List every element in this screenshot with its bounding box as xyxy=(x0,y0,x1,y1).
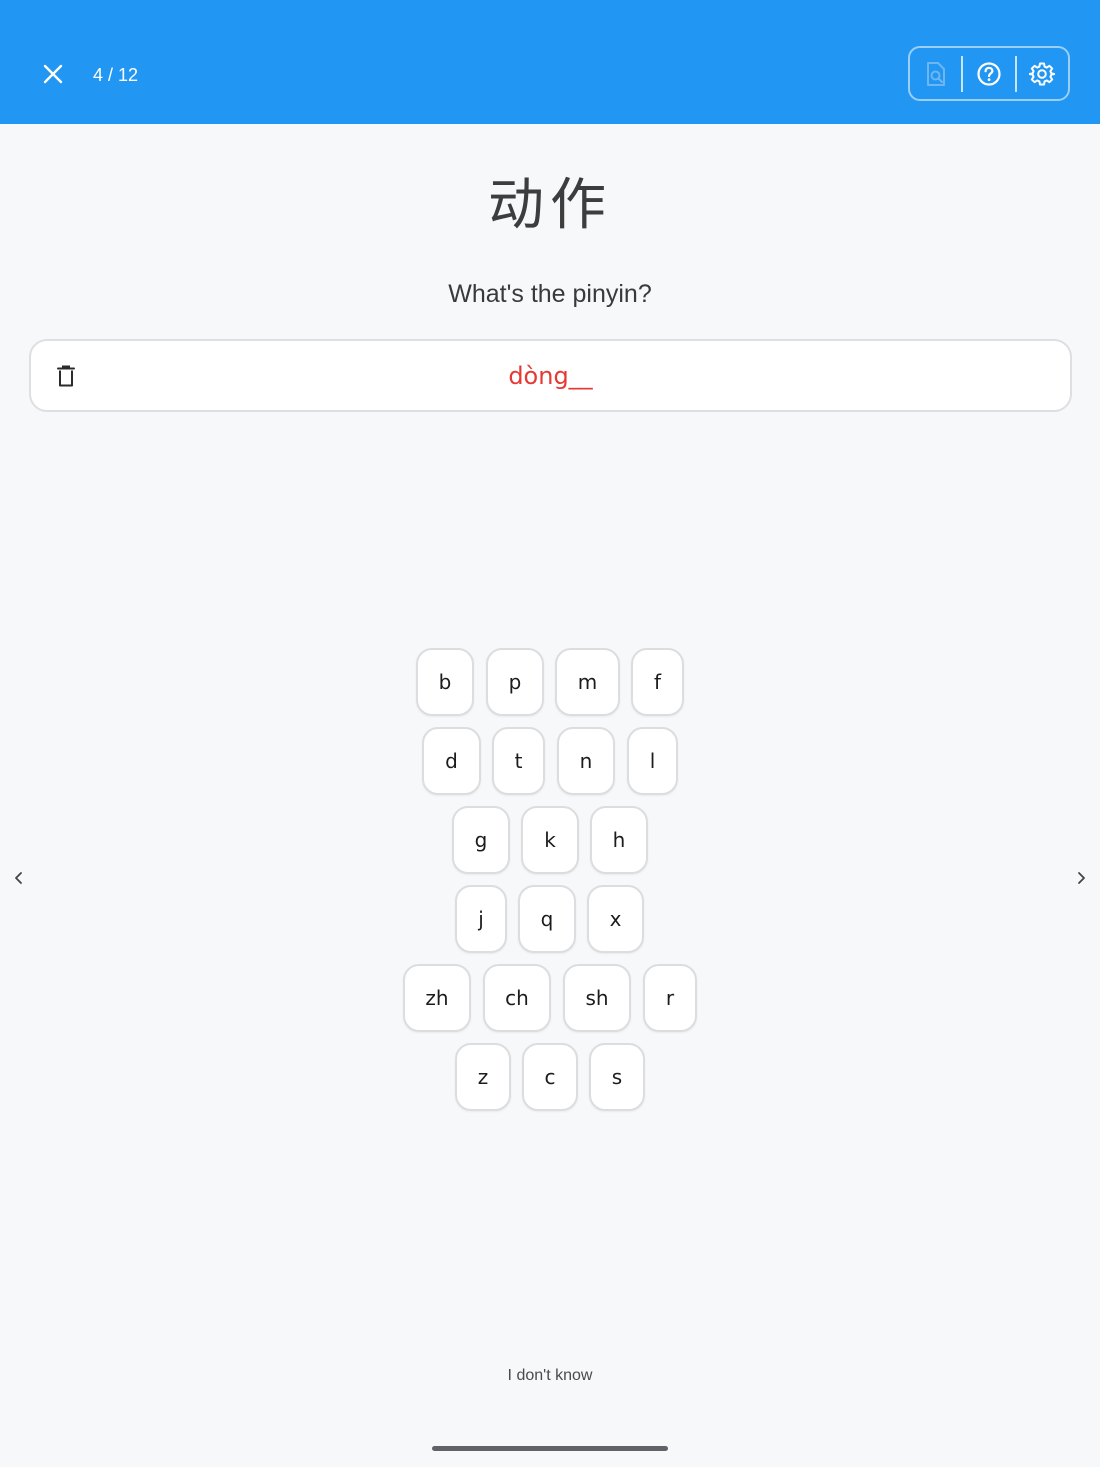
question-text: What's the pinyin? xyxy=(448,280,652,308)
key-t[interactable]: t xyxy=(492,727,545,795)
lookup-button[interactable] xyxy=(910,48,961,99)
key-l[interactable]: l xyxy=(627,727,678,795)
key-r[interactable]: r xyxy=(643,964,697,1032)
help-icon xyxy=(977,61,1001,86)
chevron-right-icon xyxy=(1078,872,1085,884)
previous-button[interactable] xyxy=(7,866,31,890)
answer-field[interactable]: dòng__ xyxy=(29,339,1072,412)
key-q[interactable]: q xyxy=(518,885,576,953)
target-word: 动作 xyxy=(488,173,612,238)
key-s[interactable]: s xyxy=(589,1043,645,1111)
key-b[interactable]: b xyxy=(416,648,474,716)
key-f[interactable]: f xyxy=(631,648,684,716)
next-button[interactable] xyxy=(1069,866,1093,890)
key-p[interactable]: p xyxy=(486,648,544,716)
settings-button[interactable] xyxy=(1017,48,1068,99)
key-h[interactable]: h xyxy=(590,806,648,874)
document-search-icon xyxy=(926,61,945,86)
key-k[interactable]: k xyxy=(521,806,579,874)
key-n[interactable]: n xyxy=(557,727,615,795)
help-button[interactable] xyxy=(963,48,1014,99)
home-indicator[interactable] xyxy=(432,1446,668,1451)
key-x[interactable]: x xyxy=(587,885,644,953)
chevron-left-icon xyxy=(15,872,22,884)
key-d[interactable]: d xyxy=(422,727,481,795)
key-sh[interactable]: sh xyxy=(563,964,631,1032)
dont-know-button[interactable]: I don't know xyxy=(0,1365,1100,1387)
key-c[interactable]: c xyxy=(522,1043,578,1111)
key-zh[interactable]: zh xyxy=(403,964,471,1032)
key-j[interactable]: j xyxy=(455,885,507,953)
top-app-bar: 4 / 12 xyxy=(0,0,1100,124)
key-z[interactable]: z xyxy=(455,1043,511,1111)
gear-icon xyxy=(1029,62,1056,85)
key-g[interactable]: g xyxy=(452,806,510,874)
key-ch[interactable]: ch xyxy=(483,964,551,1032)
answer-value: dòng__ xyxy=(508,362,593,390)
quiz-screen: 4 / 12 动作 What's the pinyin? dòng__ b p … xyxy=(0,0,1100,1467)
close-icon xyxy=(43,64,63,84)
key-m[interactable]: m xyxy=(555,648,620,716)
toolbar-button-group xyxy=(908,46,1070,101)
progress-counter: 4 / 12 xyxy=(93,65,139,85)
close-button[interactable] xyxy=(36,57,70,91)
